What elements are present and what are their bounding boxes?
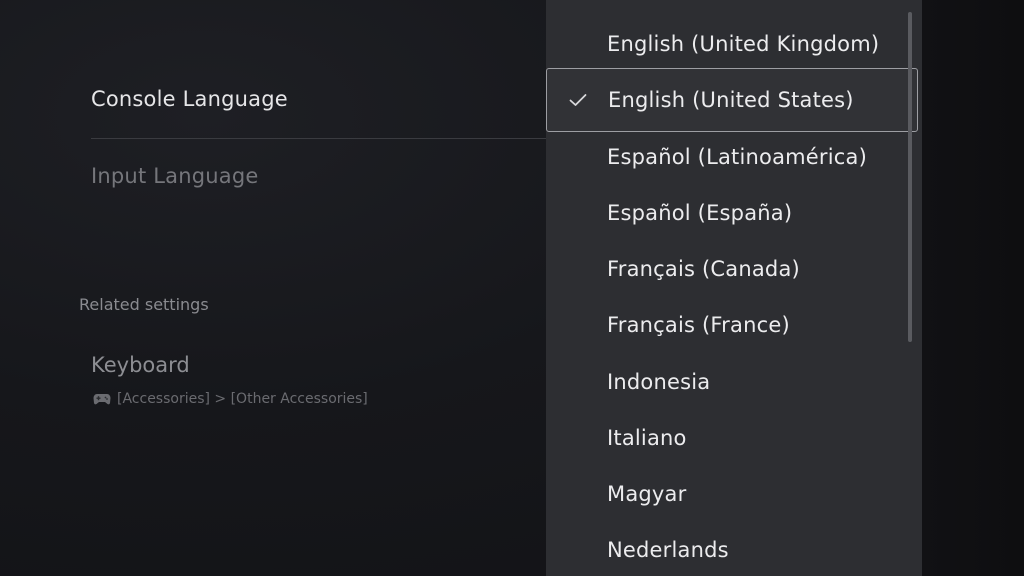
language-option-label: English (United Kingdom) (607, 32, 880, 56)
checkmark-icon (569, 93, 587, 107)
language-option-label: Magyar (607, 482, 687, 506)
language-option[interactable]: Magyar (546, 466, 922, 522)
language-option[interactable]: Español (España) (546, 185, 922, 241)
keyboard-path-text: [Accessories] > [Other Accessories] (117, 391, 368, 407)
language-option-label: Nederlands (607, 538, 729, 562)
language-option-label: Italiano (607, 426, 687, 450)
language-dropdown[interactable]: English (United Kingdom) English (United… (546, 0, 922, 576)
language-option-label: Indonesia (607, 370, 711, 394)
gamepad-icon (93, 392, 111, 406)
language-option-selected[interactable]: English (United States) (546, 68, 918, 132)
scrollbar[interactable] (908, 12, 912, 342)
language-option[interactable]: Español (Latinoamérica) (546, 129, 922, 185)
language-option-label: Español (Latinoamérica) (607, 145, 867, 169)
language-option-label: Español (España) (607, 201, 793, 225)
divider (91, 138, 546, 139)
input-language-setting[interactable]: Input Language (91, 164, 259, 188)
language-option[interactable]: Italiano (546, 410, 922, 466)
keyboard-setting[interactable]: Keyboard (91, 353, 190, 377)
background-strip (922, 0, 1024, 576)
language-option[interactable]: Indonesia (546, 354, 922, 410)
settings-pane: Console Language Input Language Related … (0, 0, 546, 576)
console-language-setting[interactable]: Console Language (91, 87, 288, 111)
language-option-label: Français (Canada) (607, 257, 800, 281)
language-option-label: Français (France) (607, 313, 790, 337)
language-option[interactable]: Français (France) (546, 297, 922, 353)
keyboard-path: [Accessories] > [Other Accessories] (93, 391, 368, 407)
language-option[interactable]: Français (Canada) (546, 241, 922, 297)
language-option[interactable]: English (United Kingdom) (546, 16, 922, 72)
language-option-label: English (United States) (608, 88, 854, 112)
screen: Console Language Input Language Related … (0, 0, 1024, 576)
language-option[interactable]: Nederlands (546, 522, 922, 576)
related-settings-header: Related settings (79, 295, 209, 314)
